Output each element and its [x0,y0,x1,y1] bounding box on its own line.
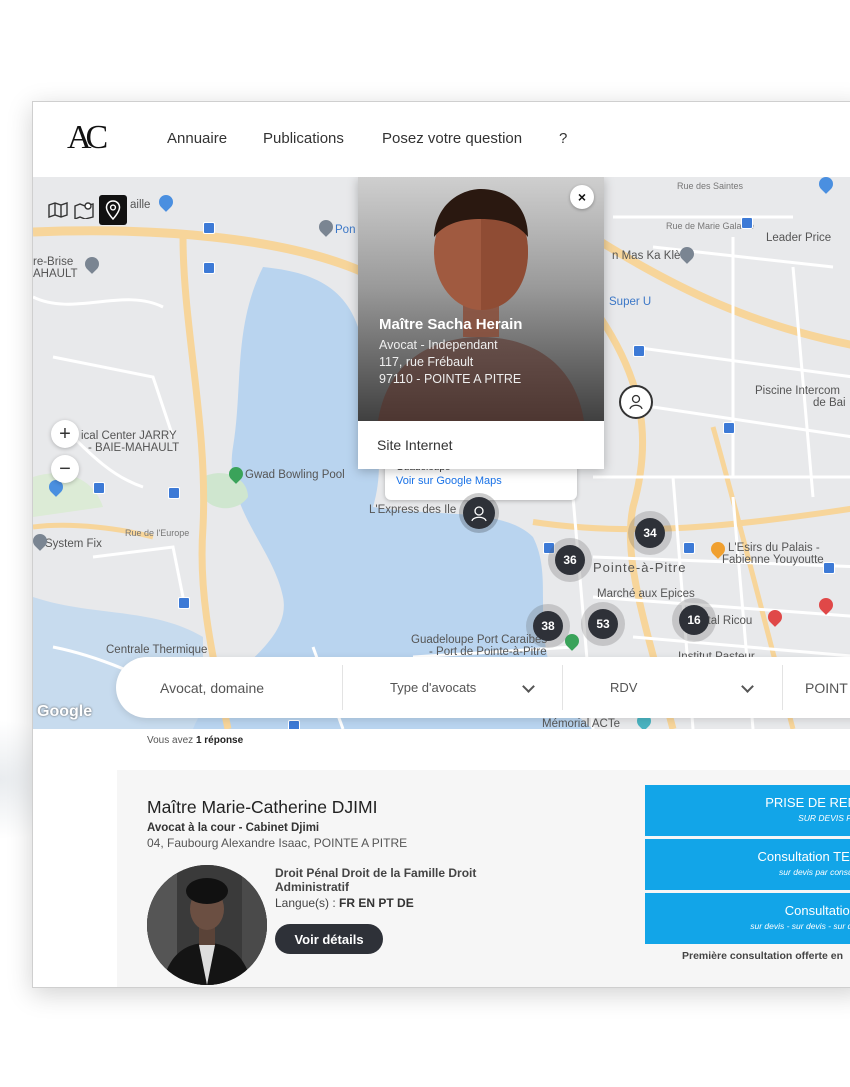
nav-publications[interactable]: Publications [263,130,344,147]
results-count: Vous avez 1 réponse [147,735,243,746]
popup-lawyer-role: Avocat - Independant [379,338,498,352]
divider [562,665,563,710]
map-cluster[interactable]: 36 [555,545,585,575]
phone-consultation-sub: sur devis par consult [779,867,850,877]
popup-lawyer-name: Maître Sacha Herain [379,316,523,333]
lawyer-result-card: Maître Marie-Catherine DJIMI Avocat à la… [117,770,850,987]
bus-stop-icon [203,222,215,234]
map-label: L'Express des Ile [369,504,457,516]
map-view-icon[interactable] [47,199,69,221]
map-label: Guadeloupe Port Caraibes [411,634,548,646]
user-marker-icon[interactable] [619,385,653,419]
appointment-button-sub: SUR DEVIS PA [798,813,850,823]
map-cluster[interactable]: 16 [679,605,709,635]
appointment-button[interactable]: PRISE DE REN SUR DEVIS PA [645,785,850,836]
search-bar: Avocat, domaine Type d'avocats RDV POINT [116,657,850,718]
map-label: Leader Price [766,232,832,244]
divider [782,665,783,710]
map-cluster[interactable]: 38 [533,611,563,641]
map-label: Mémorial ACTe [542,718,620,729]
bus-stop-icon [203,262,215,274]
languages-value: FR EN PT DE [339,896,414,910]
map-label: re-Brise [33,256,74,268]
lawyer-popup-card: × Maître Sacha Herain Avocat - Independa… [358,177,604,469]
map-label: ital Ricou [705,615,753,627]
map-view-toolbar [47,195,127,225]
bus-stop-icon [288,720,300,729]
location-pin-icon[interactable] [99,195,127,225]
map-cluster[interactable]: 53 [588,609,618,639]
nav-help[interactable]: ? [559,130,567,147]
map-label: n Mas Ka Klè [612,250,681,262]
results-count-prefix: Vous avez [147,735,194,746]
popup-lawyer-city: 97110 - POINTE A PITRE [379,372,522,386]
map-label: Rue des Saintes [677,181,744,191]
lawyer-type-select[interactable]: Type d'avocats [390,657,530,718]
phone-consultation-label: Consultation TEL [757,849,850,864]
avatar [147,865,267,985]
map-label: Centrale Thermique [106,644,208,656]
consultation-label: Consultation [784,903,850,918]
google-logo: Google [37,703,93,720]
map-label: Gwad Bowling Pool [245,469,345,481]
map-pin-view-icon[interactable] [73,199,95,221]
keyword-input[interactable]: Avocat, domaine [160,657,340,718]
map-label: Fabienne Youyoutte [722,554,824,566]
location-input[interactable]: POINT [805,657,850,718]
bus-stop-icon [723,422,735,434]
bus-stop-icon [168,487,180,499]
map-label: System Fix [45,538,102,550]
site-logo[interactable]: AC [67,121,108,155]
view-on-google-maps-link[interactable]: Voir sur Google Maps [396,475,502,487]
phone-consultation-button[interactable]: Consultation TEL sur devis par consult [645,839,850,890]
bus-stop-icon [741,217,753,229]
nav-posez-question[interactable]: Posez votre question [382,130,522,147]
map-label: Piscine Intercom [755,385,841,397]
map-label: L'Esirs du Palais - [728,542,820,554]
consultation-button[interactable]: Consultation sur devis - sur devis - sur… [645,893,850,944]
map-label: AHAULT [33,268,78,280]
map-label: aille [130,199,151,211]
bus-stop-icon [178,597,190,609]
chevron-down-icon [741,680,754,693]
results-count-value: 1 réponse [195,735,244,746]
first-consultation-note: Première consultation offerte en [682,950,844,962]
map-label: Super U [609,296,652,308]
map-label: de Bai [813,397,846,409]
lawyer-languages: Langue(s) : FR EN PT DE [275,896,414,910]
lawyer-domains: Droit Pénal Droit de la Famille Droit Ad… [275,866,477,894]
zoom-out-button[interactable]: − [51,455,79,483]
bus-stop-icon [543,542,555,554]
app-window: AC Annuaire Publications Posez votre que… [32,101,850,988]
view-details-button[interactable]: Voir détails [275,924,383,954]
lawyer-address: 04, Faubourg Alexandre Isaac, POINTE A P… [147,836,408,850]
map-label: Marché aux Epices [597,588,695,600]
bus-stop-icon [823,562,835,574]
divider [342,665,343,710]
rdv-select[interactable]: RDV [610,657,710,718]
selected-lawyer-marker[interactable] [463,497,495,529]
bus-stop-icon [683,542,695,554]
appointment-button-label: PRISE DE REN [765,795,850,810]
map-label: - BAIE-MAHAULT [88,442,180,454]
close-popup-button[interactable]: × [570,185,594,209]
lawyer-title: Avocat à la cour - Cabinet Djimi [147,822,320,834]
map-label: ical Center JARRY [81,430,177,442]
website-link[interactable]: Site Internet [377,437,453,453]
zoom-in-button[interactable]: + [51,420,79,448]
bus-stop-icon [93,482,105,494]
consultation-sub: sur devis - sur devis - sur de [750,921,850,931]
top-header: AC Annuaire Publications Posez votre que… [33,102,850,177]
popup-lawyer-street: 117, rue Frébault [379,355,474,369]
lawyer-name[interactable]: Maître Marie-Catherine DJIMI [147,797,377,818]
map-view[interactable]: aille Pon re-Brise AHAULT ical Center JA… [33,177,850,729]
map-cluster[interactable]: 34 [635,518,665,548]
map-label: Pon [335,224,356,236]
bus-stop-icon [633,345,645,357]
map-label: Pointe-à-Pitre [593,560,687,575]
languages-label: Langue(s) : [275,896,336,910]
map-label: Rue de l'Europe [125,528,190,538]
nav-annuaire[interactable]: Annuaire [167,130,227,147]
